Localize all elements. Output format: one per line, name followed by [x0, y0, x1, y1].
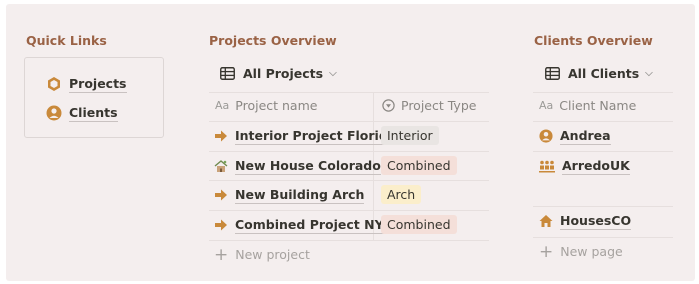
row-divider: [209, 121, 489, 122]
project-type-tag: Combined: [381, 215, 457, 234]
text-aa-icon: Aa: [215, 99, 230, 112]
quick-link-projects[interactable]: Projects: [46, 74, 127, 94]
projects-col-type-header[interactable]: Project Type: [382, 98, 476, 113]
quick-link-clients-label: Clients: [69, 104, 118, 122]
table-row[interactable]: Combined Project NY: [214, 215, 384, 235]
quick-links-title: Quick Links: [26, 33, 107, 48]
row-divider: [209, 151, 489, 152]
house-image-icon: [214, 159, 228, 173]
list-item[interactable]: ArredoUK: [539, 156, 630, 176]
clients-col-name-label: Client Name: [559, 98, 637, 113]
projects-col-name-label: Project name: [235, 98, 318, 113]
plus-icon: +: [214, 244, 229, 265]
row-divider: [533, 206, 673, 207]
row-divider: [533, 121, 673, 122]
new-page-button[interactable]: + New page: [539, 241, 623, 262]
project-name: Combined Project NY: [235, 216, 384, 234]
people-group-icon: [539, 159, 555, 173]
project-name: New Building Arch: [235, 186, 365, 204]
chevron-down-icon: ⌵: [329, 68, 337, 79]
row-divider: [209, 180, 489, 181]
new-project-button[interactable]: + New project: [214, 244, 310, 265]
list-item[interactable]: Andrea: [539, 126, 611, 146]
select-circle-icon: [382, 99, 395, 112]
table-row[interactable]: New Building Arch: [214, 185, 365, 205]
client-name: HousesCO: [560, 212, 632, 230]
person-circle-icon: [46, 105, 62, 121]
new-page-label: New page: [560, 244, 623, 259]
row-divider: [209, 240, 489, 241]
project-type-tag: Combined: [381, 156, 457, 175]
plus-icon: +: [539, 241, 554, 262]
house-icon: [539, 214, 553, 228]
person-circle-icon: [539, 129, 553, 143]
table-icon: [545, 67, 560, 80]
quick-links-panel: [24, 57, 164, 138]
table-row[interactable]: Interior Project Florida: [214, 126, 397, 146]
projects-overview-title: Projects Overview: [209, 33, 337, 48]
client-name: Andrea: [560, 127, 611, 145]
hexagon-icon: [46, 76, 62, 92]
list-item[interactable]: HousesCO: [539, 211, 632, 231]
projects-col-name-header[interactable]: Aa Project name: [215, 98, 317, 113]
project-type-tag: Arch: [381, 185, 422, 204]
row-divider: [533, 151, 673, 152]
project-name: Interior Project Florida: [235, 127, 397, 145]
clients-view-selector[interactable]: All Clients ⌵: [545, 66, 653, 81]
project-type-tag: Interior: [381, 126, 439, 145]
new-project-label: New project: [235, 247, 310, 262]
quick-link-projects-label: Projects: [69, 75, 127, 93]
arrow-right-icon: [214, 218, 228, 232]
projects-view-label: All Projects: [243, 66, 324, 81]
projects-col-type-label: Project Type: [401, 98, 477, 113]
arrow-right-icon: [214, 129, 228, 143]
row-divider: [209, 210, 489, 211]
projects-view-selector[interactable]: All Projects ⌵: [220, 66, 337, 81]
table-row[interactable]: New House Colorado: [214, 156, 381, 176]
clients-divider: [533, 92, 673, 93]
projects-divider: [209, 92, 489, 93]
project-name: New House Colorado: [235, 157, 381, 175]
clients-view-label: All Clients: [568, 66, 640, 81]
clients-overview-title: Clients Overview: [534, 33, 653, 48]
arrow-right-icon: [214, 188, 228, 202]
text-aa-icon: Aa: [539, 99, 554, 112]
client-name: ArredoUK: [562, 157, 630, 175]
chevron-down-icon: ⌵: [645, 68, 653, 79]
table-icon: [220, 67, 235, 80]
quick-link-clients[interactable]: Clients: [46, 103, 118, 123]
row-divider: [533, 237, 673, 238]
clients-col-name-header[interactable]: Aa Client Name: [539, 98, 636, 113]
